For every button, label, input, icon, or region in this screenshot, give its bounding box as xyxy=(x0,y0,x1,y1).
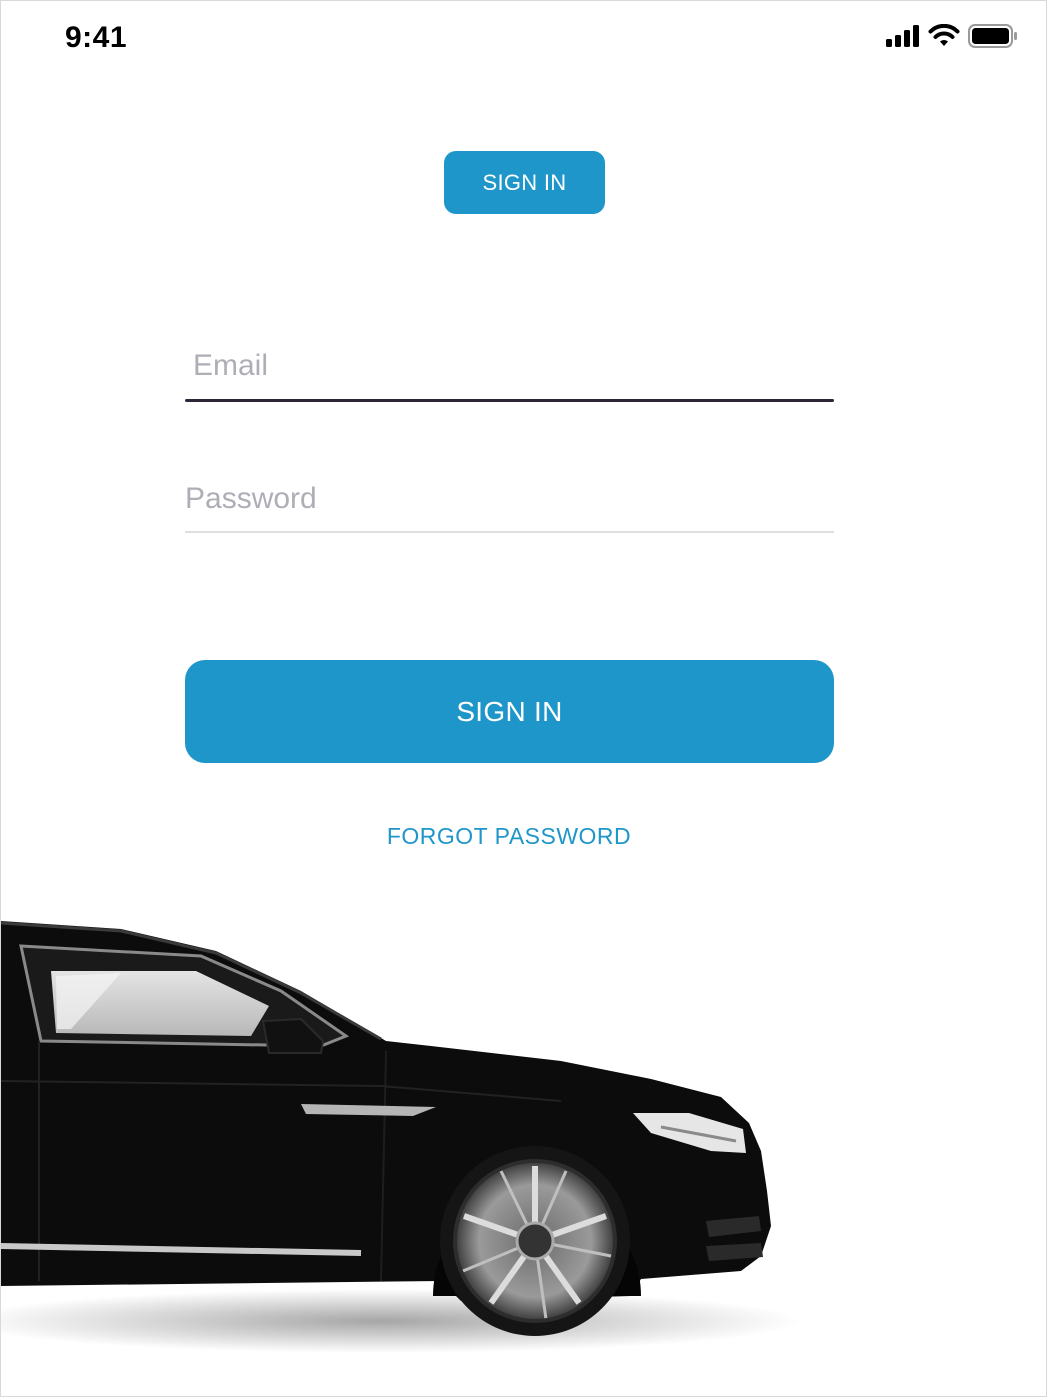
email-field xyxy=(185,336,834,402)
status-time: 9:41 xyxy=(65,21,128,54)
sign-in-tab-button[interactable]: SIGN IN xyxy=(444,151,605,214)
wifi-icon xyxy=(928,24,960,46)
forgot-password-link[interactable]: FORGOT PASSWORD xyxy=(381,823,637,850)
status-icons xyxy=(886,23,1018,49)
password-field xyxy=(185,469,834,533)
battery-icon xyxy=(968,24,1017,48)
email-underline xyxy=(185,399,834,402)
cellular-signal-icon xyxy=(886,25,919,47)
sign-in-screen: 9:41 SIGN IN SI xyxy=(0,0,1047,1397)
password-input[interactable] xyxy=(185,469,834,529)
email-input[interactable] xyxy=(185,336,834,396)
status-bar: 9:41 xyxy=(1,1,1046,81)
sign-in-button[interactable]: SIGN IN xyxy=(185,660,834,763)
password-underline xyxy=(185,531,834,533)
black-sedan-car-image xyxy=(1,921,801,1353)
